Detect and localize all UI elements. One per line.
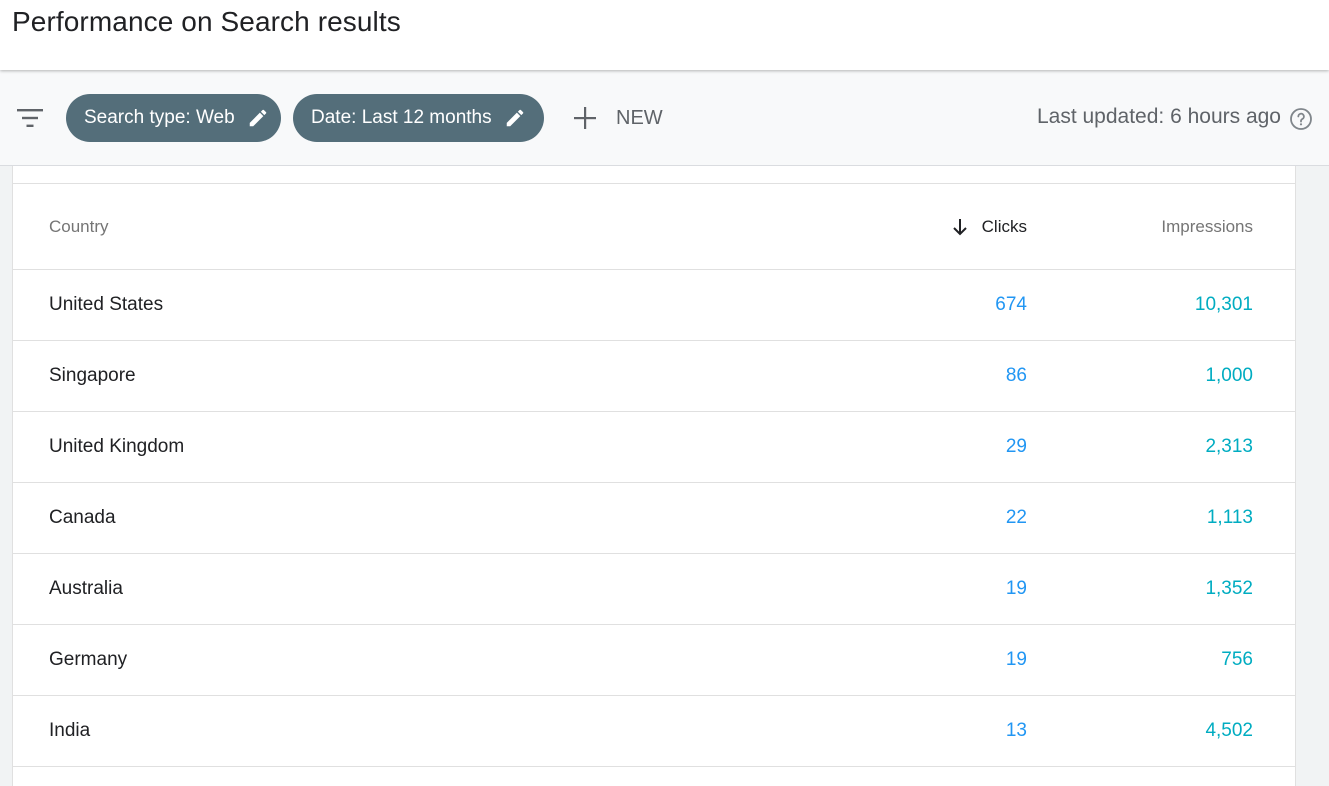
country-cell: Australia (49, 578, 123, 599)
new-filter-button[interactable]: NEW (570, 102, 663, 134)
clicks-cell: 29 (1005, 436, 1027, 457)
impressions-cell: 1,113 (1206, 507, 1253, 528)
table-row[interactable]: Singapore 86 1,000 (13, 341, 1295, 412)
table-row[interactable]: Canada 22 1,113 (13, 483, 1295, 554)
pencil-icon[interactable] (504, 107, 526, 129)
filter-icon[interactable] (14, 104, 46, 132)
clicks-cell: 22 (1005, 507, 1027, 528)
impressions-cell: 10,301 (1194, 294, 1253, 315)
clicks-cell: 19 (1005, 649, 1027, 670)
country-cell: Singapore (49, 365, 136, 386)
page-header: Performance on Search results (0, 0, 1329, 70)
impressions-cell: 1,000 (1205, 365, 1253, 386)
pencil-icon[interactable] (247, 107, 269, 129)
impressions-cell: 4,502 (1205, 720, 1253, 741)
table-row[interactable]: India 13 4,502 (13, 696, 1295, 767)
clicks-cell: 674 (995, 294, 1027, 315)
date-range-chip[interactable]: Date: Last 12 months (293, 94, 544, 142)
impressions-cell: 2,313 (1205, 436, 1253, 457)
table-row[interactable]: Australia 19 1,352 (13, 554, 1295, 625)
page-title: Performance on Search results (12, 6, 401, 37)
search-type-chip-label: Search type: Web (84, 107, 235, 128)
column-header-clicks-label: Clicks (981, 217, 1027, 236)
country-cell: India (49, 720, 91, 741)
clicks-cell: 19 (1005, 578, 1027, 599)
search-type-chip[interactable]: Search type: Web (66, 94, 281, 142)
column-header-clicks[interactable]: Clicks (950, 217, 1027, 237)
impressions-cell: 756 (1221, 649, 1253, 670)
last-updated-text: Last updated: 6 hours ago (1036, 105, 1281, 128)
plus-icon (570, 103, 600, 133)
clicks-cell: 13 (1005, 720, 1027, 741)
impressions-cell: 1,352 (1205, 578, 1253, 599)
table-row[interactable]: United States 674 10,301 (13, 270, 1295, 341)
clicks-cell: 86 (1005, 365, 1027, 386)
new-button-label: NEW (616, 106, 663, 129)
column-header-impressions[interactable]: Impressions (1161, 217, 1253, 237)
table-row[interactable]: Germany 19 756 (13, 625, 1295, 696)
country-table-card: Country Clicks Impressions United States… (12, 166, 1296, 786)
date-chip-label: Date: Last 12 months (311, 107, 492, 128)
country-cell: United States (49, 294, 164, 315)
table-header: Country Clicks Impressions (13, 184, 1295, 270)
filter-toolbar: Search type: Web Date: Last 12 months NE… (0, 70, 1329, 166)
arrow-down-icon (950, 217, 970, 237)
table-body: United States 674 10,301 Singapore 86 1,… (13, 270, 1295, 767)
country-cell: Germany (49, 649, 128, 670)
country-cell: United Kingdom (49, 436, 185, 457)
table-row[interactable]: United Kingdom 29 2,313 (13, 412, 1295, 483)
column-header-country[interactable]: Country (49, 217, 109, 237)
country-cell: Canada (49, 507, 116, 528)
help-icon[interactable] (1289, 107, 1313, 131)
